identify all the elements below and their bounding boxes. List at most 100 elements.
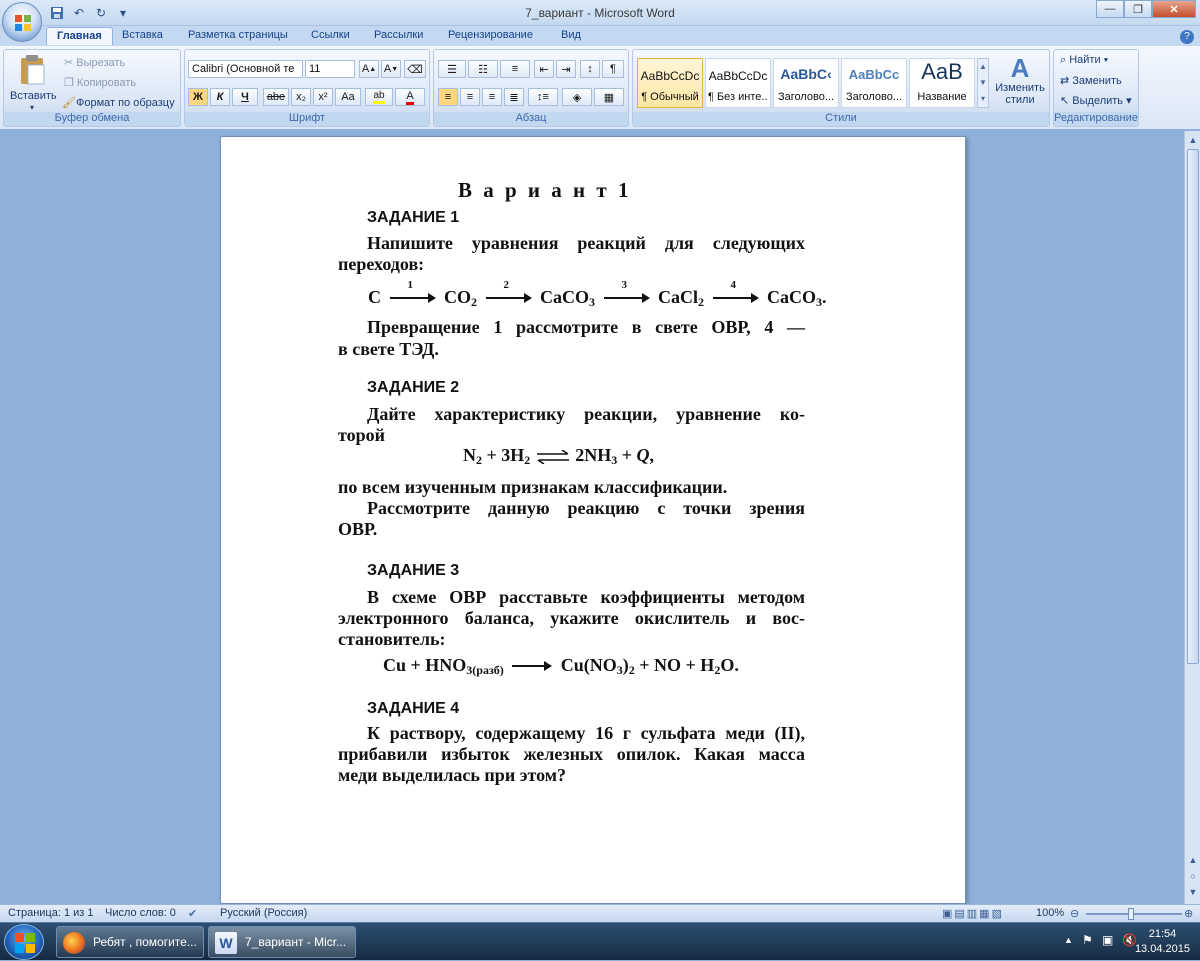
task1-note2: в свете ТЭД.: [338, 339, 439, 359]
shrink-font-button[interactable]: A ▼: [381, 60, 401, 78]
font-color-button[interactable]: A: [395, 88, 425, 106]
find-button[interactable]: ⌕ Найти ▾: [1060, 54, 1108, 67]
increase-indent-icon[interactable]: ⇥: [556, 60, 576, 78]
reaction-arrow: 1: [389, 279, 436, 303]
format-painter-button[interactable]: 🖌Формат по образцу: [62, 96, 175, 109]
style-no-spacing[interactable]: AaBbCcDc ¶ Без инте...: [705, 58, 771, 108]
maximize-button[interactable]: ❐: [1124, 0, 1152, 18]
clock[interactable]: 21:54 13.04.2015: [1135, 927, 1190, 957]
arrow-number: 2: [503, 279, 510, 291]
sort-icon[interactable]: ↕: [580, 60, 600, 78]
style-heading-2[interactable]: AaBbCc Заголово...: [841, 58, 907, 108]
tab-references[interactable]: Ссылки: [311, 29, 350, 41]
font-name-select[interactable]: Calibri (Основной те: [188, 60, 303, 78]
help-icon[interactable]: ?: [1180, 30, 1194, 44]
office-button[interactable]: [2, 2, 42, 42]
flag-icon[interactable]: ⚑: [1082, 933, 1093, 947]
change-case-button[interactable]: Aa: [335, 88, 361, 106]
scroll-down-icon[interactable]: ▼: [1186, 885, 1200, 899]
zoom-level[interactable]: 100%: [1036, 907, 1064, 919]
cursor-icon: ↖: [1060, 95, 1073, 107]
cut-label: Вырезать: [76, 57, 126, 69]
document-page[interactable]: В а р и а н т 1 ЗАДАНИЕ 1 Напишите уравн…: [220, 136, 966, 904]
minimize-button[interactable]: —: [1096, 0, 1124, 18]
paste-button[interactable]: Вставить ▾: [10, 54, 57, 112]
vertical-scrollbar[interactable]: ▲ ▲ ○ ▼: [1184, 131, 1200, 904]
underline-button[interactable]: Ч: [232, 88, 258, 106]
scroll-up-icon[interactable]: ▲: [1186, 853, 1200, 867]
justify-icon[interactable]: ≣: [504, 88, 524, 106]
align-center-icon[interactable]: ≡: [460, 88, 480, 106]
subscript-button[interactable]: x₂: [291, 88, 311, 106]
reaction-arrow: 2: [485, 279, 532, 303]
page-count[interactable]: Страница: 1 из 1: [8, 907, 94, 919]
zoom-in-icon[interactable]: ⊕: [1184, 907, 1193, 920]
taskbar-item-label: Ребят , помогите...: [93, 935, 197, 949]
eq-term: Cu + HNO: [383, 655, 467, 675]
multilevel-list-icon[interactable]: ≡: [500, 60, 530, 78]
styles-scroll[interactable]: ▲ ▼ ▾: [977, 58, 989, 108]
language-indicator[interactable]: Русский (Россия): [220, 907, 307, 919]
tab-page-layout[interactable]: Разметка страницы: [188, 29, 288, 41]
equation-2: N2 + 3H2 2NH3 + Q,: [463, 445, 654, 468]
style-heading-1[interactable]: AaBbC‹ Заголово...: [773, 58, 839, 108]
window-controls: — ❐ ✕: [1096, 0, 1196, 18]
zoom-out-icon[interactable]: ⊖: [1070, 907, 1079, 920]
decrease-indent-icon[interactable]: ⇤: [534, 60, 554, 78]
cut-button[interactable]: ✂ Вырезать: [64, 56, 125, 69]
grow-font-button[interactable]: A ▲: [359, 60, 379, 78]
eq-term: N: [463, 445, 476, 465]
scroll-up-icon[interactable]: ▲: [1186, 133, 1200, 147]
tab-insert[interactable]: Вставка: [122, 29, 163, 41]
close-button[interactable]: ✕: [1152, 0, 1196, 18]
taskbar-item-word[interactable]: W 7_вариант - Micr...: [208, 926, 356, 958]
start-button[interactable]: [4, 924, 44, 960]
change-styles-button[interactable]: A Изменить стили: [993, 54, 1047, 112]
style-normal[interactable]: AaBbCcDc ¶ Обычный: [637, 58, 703, 108]
select-button[interactable]: ↖ Выделить ▾: [1060, 94, 1132, 107]
italic-button[interactable]: К: [210, 88, 230, 106]
align-right-icon[interactable]: ≡: [482, 88, 502, 106]
taskbar-item-firefox[interactable]: Ребят , помогите...: [56, 926, 204, 958]
scroll-thumb[interactable]: [1187, 149, 1199, 664]
bold-button[interactable]: Ж: [188, 88, 208, 106]
task1-line1: Напишите уравнения реакций для следующих: [367, 233, 805, 253]
style-title[interactable]: AaB Название: [909, 58, 975, 108]
show-marks-icon[interactable]: ¶: [602, 60, 624, 78]
numbering-icon[interactable]: ☷: [468, 60, 498, 78]
align-left-icon[interactable]: ≡: [438, 88, 458, 106]
tab-home[interactable]: Главная: [46, 27, 113, 45]
bullets-icon[interactable]: ☰: [438, 60, 466, 78]
show-hidden-icons-icon[interactable]: ▲: [1064, 935, 1073, 945]
font-size-select[interactable]: 11: [305, 60, 355, 78]
view-buttons[interactable]: ▣▤▥▦▧: [942, 907, 1004, 920]
replace-button[interactable]: ⇄ Заменить: [1060, 74, 1122, 87]
task4-line1: К раствору, содержащему 16 г сульфата ме…: [367, 723, 805, 743]
zoom-slider[interactable]: [1086, 913, 1182, 915]
network-icon[interactable]: ▣: [1102, 933, 1113, 947]
word-icon: W: [215, 932, 237, 954]
highlight-button[interactable]: ab: [365, 88, 393, 106]
document-workspace: В а р и а н т 1 ЗАДАНИЕ 1 Напишите уравн…: [0, 131, 1184, 904]
copy-label: Копировать: [76, 77, 137, 89]
superscript-button[interactable]: x²: [313, 88, 333, 106]
tab-view[interactable]: Вид: [561, 29, 581, 41]
line-spacing-icon[interactable]: ↕≡: [528, 88, 558, 106]
clear-format-icon[interactable]: ⌫: [404, 60, 426, 78]
spellcheck-icon[interactable]: ✔: [188, 907, 197, 920]
replace-icon: ⇄: [1060, 75, 1073, 87]
shading-icon[interactable]: ◈: [562, 88, 592, 106]
clipboard-group: Вставить ▾ ✂ Вырезать ❐ Копировать 🖌Форм…: [3, 49, 181, 127]
font-group: Calibri (Основной те 11 A ▲ A ▼ ⌫ Ж К Ч ab…: [184, 49, 430, 127]
strikethrough-button[interactable]: abe: [263, 88, 289, 106]
word-count[interactable]: Число слов: 0: [105, 907, 176, 919]
task4-line3: меди выделилась при этом?: [338, 765, 566, 785]
copy-button[interactable]: ❐ Копировать: [64, 76, 136, 89]
tab-review[interactable]: Рецензирование: [448, 29, 533, 41]
brush-icon: 🖌: [62, 97, 76, 109]
select-browse-object-icon[interactable]: ○: [1186, 869, 1200, 883]
tab-mailings[interactable]: Рассылки: [374, 29, 423, 41]
borders-icon[interactable]: ▦: [594, 88, 624, 106]
zoom-slider-thumb[interactable]: [1128, 908, 1134, 920]
eq-sub: 3: [589, 295, 595, 309]
